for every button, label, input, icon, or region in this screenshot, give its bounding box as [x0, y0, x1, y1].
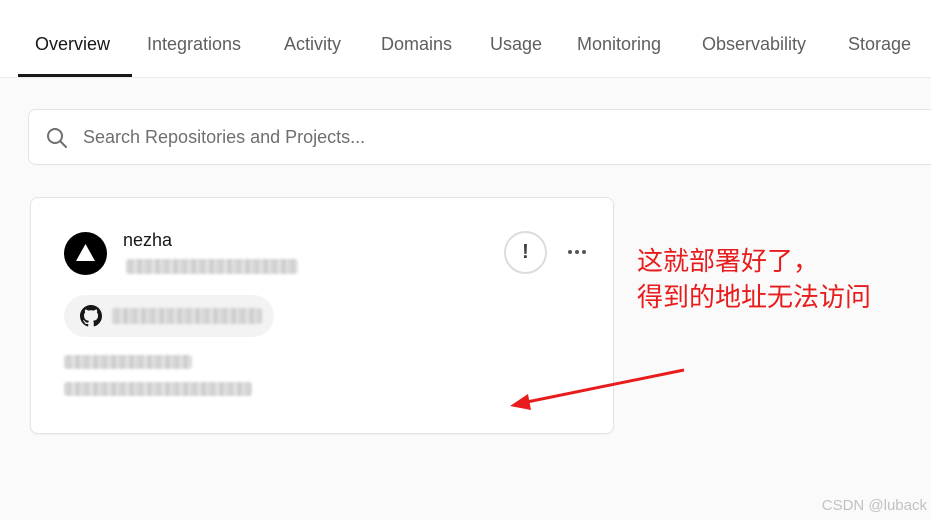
watermark: CSDN @luback — [821, 497, 927, 514]
annotation-arrow — [510, 368, 685, 410]
